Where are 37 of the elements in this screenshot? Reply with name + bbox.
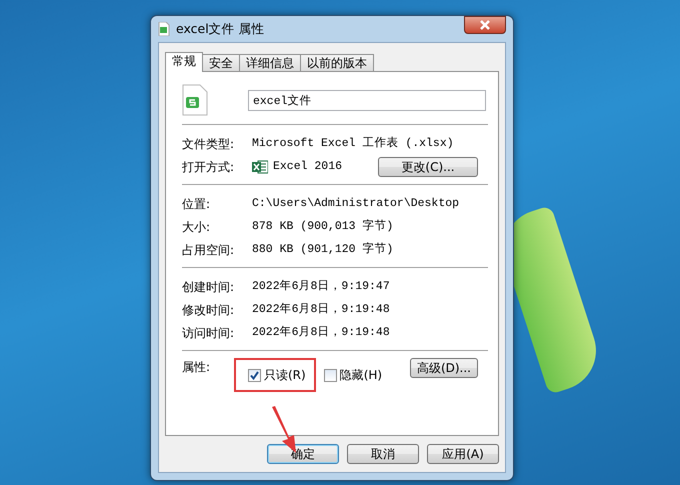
checkbox[interactable] [324,368,337,382]
checkbox-label: 隐藏(H) [340,367,382,384]
field-value: Microsoft Excel 工作表 (.xlsx) [252,136,454,152]
field-label: 占用空间: [182,242,236,258]
checkbox-label: 只读(R) [264,367,306,384]
advanced-button[interactable]: 高级(D)... [410,358,478,378]
field-value: C:\Users\Administrator\Desktop [252,196,460,212]
field-value: 2022年6月8日，9:19:47 [252,278,390,295]
change-button[interactable]: 更改(C)... [378,156,478,176]
field-label: 打开方式: [182,158,236,176]
tab[interactable]: 常规 [165,52,203,72]
field-label: 创建时间: [182,278,236,296]
field-label: 文件类型: [182,136,236,152]
field-label: 访问时间: [182,324,236,342]
field-value: 880 KB (901,120 字节) [252,241,394,258]
field-value: 2022年6月8日，9:19:48 [252,324,390,341]
field-label: 大小: [182,218,212,236]
dialog-button[interactable]: 取消 [347,444,419,464]
tab[interactable]: 详细信息 [239,54,301,71]
checkbox[interactable] [248,368,261,382]
field-value: 878 KB (900,013 字节) [252,218,394,235]
close-button[interactable] [464,16,506,34]
close-icon [480,20,490,30]
field-label: 属性: [182,359,212,376]
tab[interactable]: 安全 [202,54,240,71]
spreadsheet-app-icon [252,160,268,174]
file-name-field[interactable]: excel文件 [248,90,486,110]
field-label: 位置: [182,196,212,212]
dialog-button[interactable]: 应用(A) [427,444,499,464]
dialog-button[interactable]: 确定 [267,444,339,464]
field-value: 2022年6月8日，9:19:48 [252,302,390,318]
spreadsheet-file-icon [182,84,208,116]
field-value: Excel 2016 [273,158,342,175]
tab[interactable]: 以前的版本 [300,54,374,71]
window-title: excel文件 属性 [176,20,265,38]
spreadsheet-icon [158,22,170,36]
field-label: 修改时间: [182,302,236,318]
